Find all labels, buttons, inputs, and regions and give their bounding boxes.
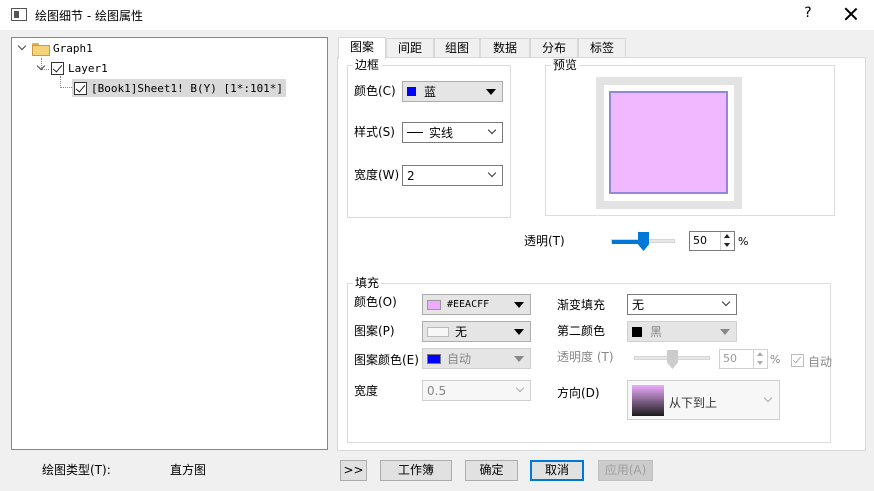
help-button[interactable]: ? xyxy=(800,5,816,23)
border-group-title: 边框 xyxy=(355,58,380,72)
direction-label: 方向(D) xyxy=(557,386,600,400)
transparency-unit: % xyxy=(738,235,749,248)
tree-item-label: Layer1 xyxy=(68,61,108,75)
tab-distribution[interactable]: 分布 xyxy=(530,38,578,58)
chevron-down-icon[interactable] xyxy=(18,43,28,53)
layer-checkbox[interactable] xyxy=(51,61,64,75)
gradient-select[interactable]: 无 xyxy=(627,294,737,315)
gradient-opacity-unit: % xyxy=(770,353,781,366)
check-icon xyxy=(792,354,802,364)
second-color-select[interactable]: 黑 xyxy=(627,321,737,342)
gradient-swatch xyxy=(632,385,664,416)
border-width-label: 宽度(W) xyxy=(354,168,400,182)
direction-value: 从下到上 xyxy=(669,396,718,410)
auto-checkbox[interactable] xyxy=(791,354,804,367)
gradient-opacity-label: 透明度 (T) xyxy=(557,350,614,364)
border-style-value: 实线 xyxy=(429,126,454,140)
auto-label: 自动 xyxy=(808,355,833,369)
gradient-label: 渐变填充 xyxy=(557,298,606,312)
fill-group-title: 填充 xyxy=(355,276,380,290)
fill-width-select[interactable]: 0.5 xyxy=(422,380,531,401)
chevron-down-icon xyxy=(487,168,497,178)
plot-type-value: 直方图 xyxy=(170,463,207,477)
solid-line-icon xyxy=(407,132,423,133)
tree-item-plot[interactable]: [Book1]Sheet1! B(Y) [1*:101*] xyxy=(72,79,287,97)
tree-item-graph[interactable]: Graph1 xyxy=(18,39,93,57)
window-title: 绘图细节 - 绘图属性 xyxy=(35,9,143,23)
tab-pattern[interactable]: 图案 xyxy=(338,37,386,59)
border-color-select[interactable]: 蓝 xyxy=(402,81,503,102)
transparency-label: 透明(T) xyxy=(524,234,565,248)
border-style-select[interactable]: 实线 xyxy=(402,122,503,143)
close-icon[interactable] xyxy=(840,3,862,25)
border-width-value: 2 xyxy=(407,168,415,183)
tree-connector xyxy=(60,87,72,88)
pattern-color-label: 图案颜色(E) xyxy=(354,353,419,367)
border-width-select[interactable]: 2 xyxy=(402,165,503,186)
chevron-down-icon xyxy=(487,125,497,135)
fill-color-label: 颜色(O) xyxy=(354,295,397,309)
plot-tree[interactable]: Graph1 Layer1 [Book1]Sheet1! B(Y) [1*:10… xyxy=(11,37,328,450)
chevron-down-icon xyxy=(763,393,773,403)
tree-item-label: Graph1 xyxy=(53,41,93,55)
tree-item-layer[interactable]: Layer1 xyxy=(37,59,108,77)
chevron-down-icon[interactable] xyxy=(37,63,47,73)
fill-pattern-label: 图案(P) xyxy=(354,324,395,338)
border-color-label: 颜色(C) xyxy=(354,84,396,98)
transparency-value: 50 xyxy=(693,234,707,247)
expand-button[interactable]: >> xyxy=(340,460,367,481)
pattern-swatch xyxy=(427,326,449,337)
tab-data[interactable]: 数据 xyxy=(480,38,530,58)
fill-color-value: #EEACFF xyxy=(447,299,490,310)
pattern-color-value: 自动 xyxy=(447,352,472,366)
preview-group-title: 预览 xyxy=(553,58,578,72)
direction-select[interactable]: 从下到上 xyxy=(627,380,780,420)
border-style-label: 样式(S) xyxy=(354,125,395,139)
ok-button[interactable]: 确定 xyxy=(465,460,518,481)
gradient-opacity-value: 50 xyxy=(723,352,737,365)
tab-group[interactable]: 组图 xyxy=(434,38,480,58)
title-bar: 绘图细节 - 绘图属性 ? xyxy=(0,0,874,30)
color-swatch xyxy=(632,326,642,337)
dropdown-arrow-icon xyxy=(514,302,524,308)
dropdown-arrow-icon xyxy=(486,89,496,95)
color-swatch xyxy=(427,353,441,364)
spin-arrows-icon[interactable] xyxy=(753,350,767,368)
second-color-label: 第二颜色 xyxy=(557,324,606,338)
gradient-opacity-spinner[interactable]: 50 xyxy=(719,349,768,369)
plot-type-label: 绘图类型(T): xyxy=(42,463,111,477)
border-color-value: 蓝 xyxy=(424,85,437,99)
fill-pattern-select[interactable]: 无 xyxy=(422,321,531,342)
fill-pattern-value: 无 xyxy=(455,325,468,339)
tree-item-label: [Book1]Sheet1! B(Y) [1*:101*] xyxy=(91,81,284,95)
color-swatch xyxy=(407,87,416,96)
spin-arrows-icon[interactable] xyxy=(720,232,734,250)
dropdown-arrow-icon xyxy=(720,329,730,335)
fill-color-select[interactable]: #EEACFF xyxy=(422,294,531,315)
tab-labels[interactable]: 标签 xyxy=(578,38,626,58)
fill-width-value: 0.5 xyxy=(427,383,447,398)
chevron-down-icon xyxy=(515,383,525,393)
pattern-color-select[interactable]: 自动 xyxy=(422,348,531,369)
app-icon xyxy=(11,8,27,21)
apply-button[interactable]: 应用(A) xyxy=(598,460,653,481)
gradient-value: 无 xyxy=(632,298,645,312)
chevron-down-icon xyxy=(721,297,731,307)
fill-width-label: 宽度 xyxy=(354,384,379,398)
folder-open-icon xyxy=(32,42,50,56)
color-swatch xyxy=(427,299,441,310)
preview-swatch xyxy=(609,91,728,194)
dropdown-arrow-icon xyxy=(514,329,524,335)
workbook-button[interactable]: 工作簿 xyxy=(380,460,452,481)
tab-spacing[interactable]: 间距 xyxy=(386,38,434,58)
transparency-spinner[interactable]: 50 xyxy=(689,231,735,251)
dropdown-arrow-icon xyxy=(514,356,524,362)
cancel-button[interactable]: 取消 xyxy=(530,460,584,481)
second-color-value: 黑 xyxy=(650,325,663,339)
plot-checkbox[interactable] xyxy=(74,81,87,95)
